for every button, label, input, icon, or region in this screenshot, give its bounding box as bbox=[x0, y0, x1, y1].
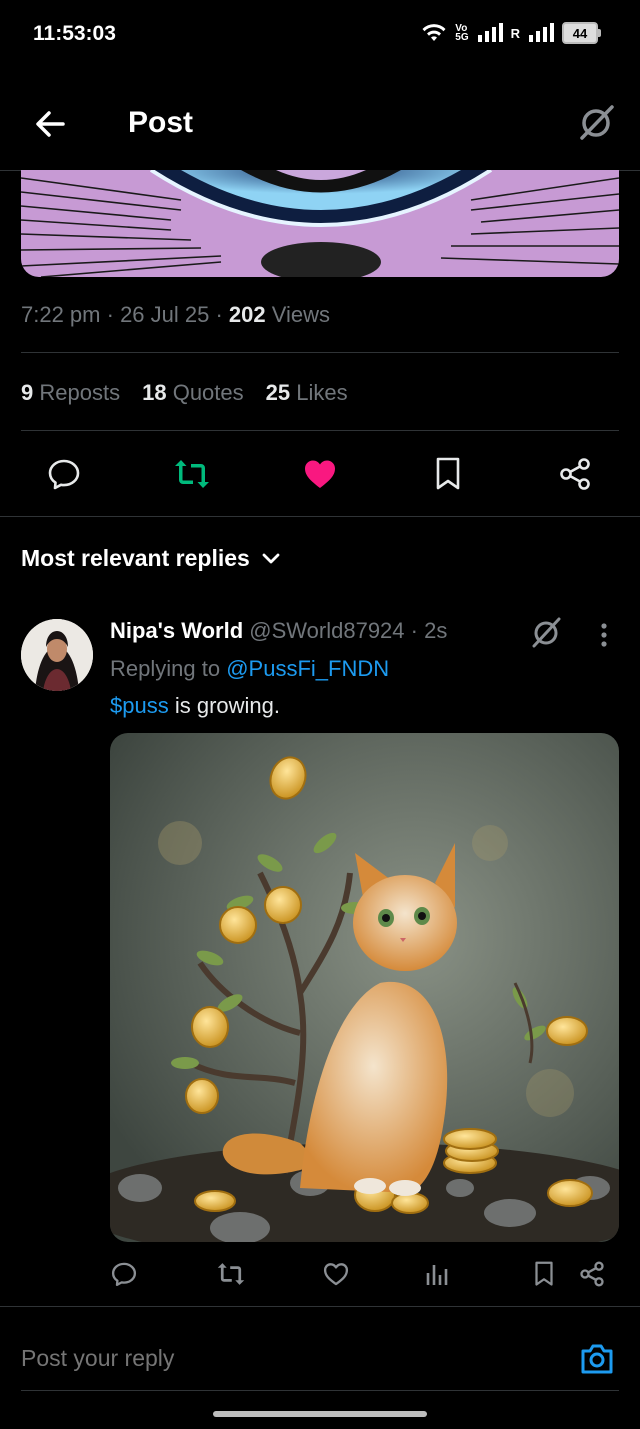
repost-button[interactable] bbox=[168, 450, 216, 498]
replying-to-link[interactable]: @PussFi_FNDN bbox=[226, 656, 389, 681]
back-button[interactable] bbox=[30, 104, 70, 144]
reply-views-button[interactable] bbox=[420, 1256, 456, 1292]
reply-display-name[interactable]: Nipa's World bbox=[110, 618, 243, 643]
reply-bookmark-button[interactable] bbox=[526, 1256, 562, 1292]
reposts-stat[interactable]: 9 Reposts bbox=[21, 380, 120, 406]
reply-input[interactable] bbox=[21, 1345, 501, 1372]
divider bbox=[21, 352, 619, 353]
replies-sort-dropdown[interactable]: Most relevant replies bbox=[21, 545, 280, 572]
share-icon bbox=[560, 458, 590, 490]
quotes-stat[interactable]: 18 Quotes bbox=[142, 380, 244, 406]
roaming-label: R bbox=[510, 25, 520, 41]
engagement-stats: 9 Reposts 18 Quotes 25 Likes bbox=[21, 380, 348, 406]
signal-icon bbox=[477, 23, 503, 42]
battery-icon: 44 bbox=[562, 22, 601, 44]
signal-icon-2 bbox=[529, 23, 554, 42]
share-button[interactable] bbox=[551, 450, 599, 498]
bookmark-button[interactable] bbox=[424, 450, 472, 498]
composer-underline bbox=[21, 1390, 619, 1391]
bookmark-icon bbox=[535, 1261, 553, 1286]
reply-text: $puss is growing. bbox=[110, 693, 280, 718]
reply-button[interactable] bbox=[40, 450, 88, 498]
repost-icon bbox=[175, 460, 209, 488]
comment-icon bbox=[111, 1262, 137, 1287]
views-chart-icon bbox=[426, 1265, 448, 1285]
status-time: 11:53:03 bbox=[33, 22, 116, 45]
reply-actions bbox=[0, 1256, 640, 1292]
top-app-bar: Post bbox=[0, 70, 640, 171]
avatar[interactable] bbox=[21, 619, 93, 691]
chevron-down-icon bbox=[262, 553, 280, 563]
reply-handle[interactable]: @SWorld87924 bbox=[249, 618, 404, 643]
divider bbox=[21, 430, 619, 431]
camera-button[interactable] bbox=[578, 1340, 616, 1378]
repost-icon bbox=[217, 1263, 245, 1285]
arrow-left-icon bbox=[36, 111, 65, 137]
home-indicator[interactable] bbox=[213, 1411, 427, 1417]
heart-filled-icon bbox=[305, 460, 335, 488]
wifi-icon bbox=[422, 24, 446, 41]
post-actions bbox=[0, 450, 640, 498]
like-button[interactable] bbox=[296, 450, 344, 498]
more-options-button[interactable] bbox=[592, 620, 616, 650]
reply-repost-button[interactable] bbox=[213, 1256, 249, 1292]
post-image[interactable] bbox=[21, 170, 619, 277]
reply-like-button[interactable] bbox=[318, 1256, 354, 1292]
reply-share-button[interactable] bbox=[574, 1256, 610, 1292]
likes-stat[interactable]: 25 Likes bbox=[266, 380, 348, 406]
reply-age: 2s bbox=[424, 618, 448, 643]
grok-icon bbox=[580, 105, 614, 140]
divider bbox=[0, 516, 640, 517]
bookmark-icon bbox=[436, 457, 460, 490]
grok-button[interactable] bbox=[528, 614, 564, 650]
reply-composer bbox=[0, 1306, 640, 1393]
replying-to: Replying to @PussFi_FNDN bbox=[110, 656, 390, 681]
share-icon bbox=[580, 1261, 604, 1287]
reply-author: Nipa's World @SWorld87924 · 2s bbox=[110, 618, 448, 643]
network-type-label: Vo 5G bbox=[455, 23, 469, 43]
cashtag-link[interactable]: $puss bbox=[110, 693, 169, 718]
post-timestamp: 7:22 pm · 26 Jul 25 · 202 Views bbox=[21, 302, 331, 327]
reply-image[interactable] bbox=[110, 733, 619, 1242]
grok-icon bbox=[532, 617, 561, 648]
status-bar: 11:53:03 Vo 5G R 44 bbox=[0, 0, 640, 70]
comment-icon bbox=[48, 459, 80, 490]
grok-button[interactable] bbox=[576, 102, 616, 142]
more-vertical-icon bbox=[601, 623, 607, 647]
page-title: Post bbox=[128, 106, 194, 139]
camera-icon bbox=[581, 1344, 613, 1374]
reply-comment-button[interactable] bbox=[106, 1256, 142, 1292]
status-icons: Vo 5G R 44 bbox=[421, 22, 601, 44]
heart-icon bbox=[323, 1263, 349, 1286]
